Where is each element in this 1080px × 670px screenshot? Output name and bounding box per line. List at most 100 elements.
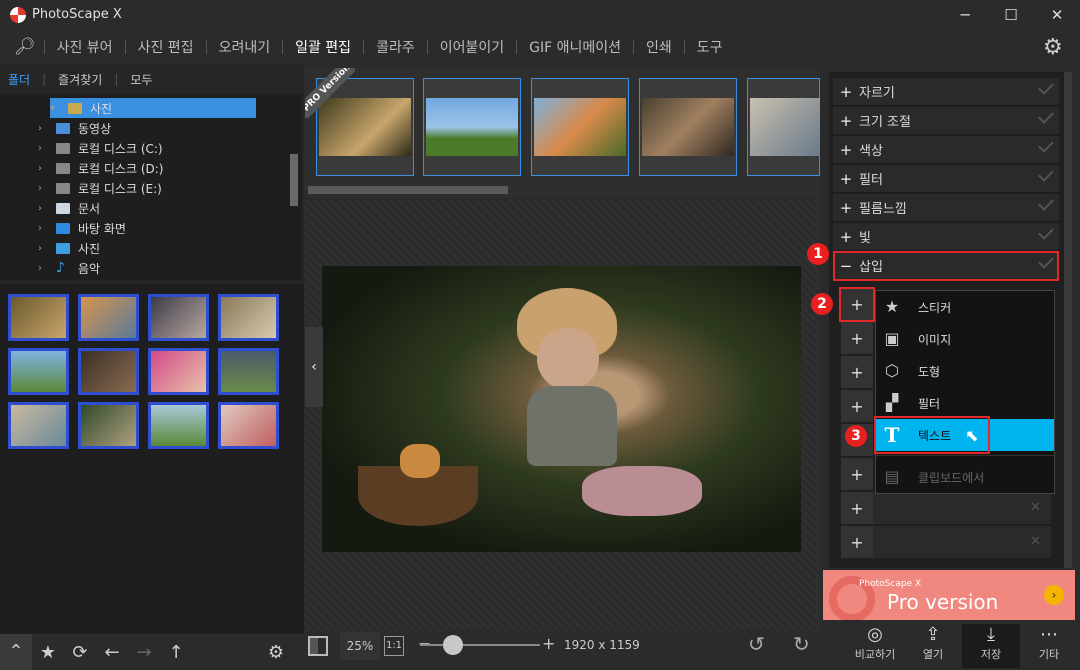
chevron-right-icon[interactable]: › — [38, 203, 50, 214]
tree-item-drive-c[interactable]: › 로컬 디스크 (C:) — [38, 138, 326, 158]
add-insert-button[interactable]: + — [841, 356, 873, 388]
menu-batch-edit[interactable]: 일괄 편집 — [283, 37, 363, 57]
menu-combine[interactable]: 이어붙이기 — [428, 37, 516, 57]
strip-thumbnail[interactable] — [639, 78, 737, 176]
menu-item-image[interactable]: ▣ 이미지 — [876, 323, 1054, 355]
add-insert-button[interactable]: + — [841, 492, 873, 524]
menu-item-clipboard[interactable]: ▤ 클립보드에서 — [876, 461, 1054, 493]
compare-split-icon[interactable] — [308, 636, 328, 656]
checkmark-icon[interactable] — [1038, 195, 1054, 211]
tab-all[interactable]: 모두 — [124, 71, 158, 88]
close-button[interactable]: ✕ — [1034, 0, 1080, 30]
menu-item-filter[interactable]: ▞ 필터 — [876, 387, 1054, 419]
save-button[interactable]: ⤓ 저장 — [962, 624, 1020, 668]
tree-item-drive-e[interactable]: › 로컬 디스크 (E:) — [38, 178, 326, 198]
chevron-right-icon[interactable]: › — [38, 183, 50, 194]
menu-cut-out[interactable]: 오려내기 — [207, 37, 283, 57]
thumbnail[interactable] — [148, 294, 209, 341]
strip-thumbnail[interactable] — [531, 78, 629, 176]
thumbnail[interactable] — [78, 294, 139, 341]
remove-icon[interactable]: ✕ — [1030, 500, 1041, 515]
add-insert-button[interactable]: + — [841, 322, 873, 354]
strip-scrollbar[interactable] — [308, 186, 508, 194]
settings-gear-icon[interactable]: ⚙ — [1043, 35, 1063, 60]
thumbnail[interactable] — [78, 348, 139, 395]
right-scrollbar[interactable] — [1064, 72, 1072, 568]
tree-item-pictures[interactable]: › 사진 — [38, 238, 326, 258]
checkmark-icon[interactable] — [1038, 79, 1054, 95]
strip-thumbnail[interactable] — [423, 78, 521, 176]
zoom-percent[interactable]: 25% — [340, 632, 380, 660]
menu-print[interactable]: 인쇄 — [634, 37, 684, 57]
remove-icon[interactable]: ✕ — [1030, 534, 1041, 549]
chevron-right-icon[interactable]: › — [38, 143, 50, 154]
chevron-right-icon[interactable]: › — [38, 223, 50, 234]
menu-item-sticker[interactable]: ★ 스티커 — [876, 291, 1054, 323]
previous-photo-button[interactable]: ‹ — [305, 327, 323, 407]
open-button[interactable]: ⇪ 열기 — [904, 624, 962, 668]
tree-item-music[interactable]: › ♪ 음악 — [38, 258, 326, 278]
pro-version-banner[interactable]: PhotoScape X Pro version › — [823, 570, 1075, 620]
tab-favorites[interactable]: 즐겨찾기 — [52, 71, 108, 88]
more-button[interactable]: ⋯ 기타 — [1020, 624, 1078, 668]
back-arrow-icon[interactable]: ← — [96, 642, 128, 663]
minimize-button[interactable]: ─ — [942, 0, 988, 30]
menu-item-shape[interactable]: ⬡ 도형 — [876, 355, 1054, 387]
compare-button[interactable]: ◎ 비교하기 — [846, 624, 904, 668]
op-filter[interactable]: + 필터 — [833, 165, 1059, 193]
checkmark-icon[interactable] — [1038, 166, 1054, 182]
promo-arrow-icon[interactable]: › — [1044, 585, 1064, 605]
zoom-fit-button[interactable]: 1:1 — [384, 636, 404, 656]
menu-photo-viewer[interactable]: 사진 뷰어 — [45, 37, 125, 57]
up-arrow-icon[interactable]: ↑ — [160, 642, 192, 663]
op-color[interactable]: + 색상 — [833, 136, 1059, 164]
thumbnail[interactable] — [218, 348, 279, 395]
tree-item-documents[interactable]: › 문서 — [38, 198, 326, 218]
thumbnail[interactable] — [8, 348, 69, 395]
chevron-right-icon[interactable]: › — [38, 163, 50, 174]
menu-collage[interactable]: 콜라주 — [364, 37, 427, 57]
chevron-right-icon[interactable]: › — [38, 263, 50, 274]
search-icon[interactable]: 🔎︎ — [14, 37, 36, 57]
checkmark-icon[interactable] — [1038, 108, 1054, 124]
maximize-button[interactable]: ☐ — [988, 0, 1034, 30]
tree-item-pictures-selected[interactable]: ▾ 사진 — [50, 98, 256, 118]
chevron-down-icon[interactable]: ▾ — [50, 103, 62, 114]
forward-arrow-icon[interactable]: → — [128, 642, 160, 663]
op-film[interactable]: + 필름느낌 — [833, 194, 1059, 222]
op-crop[interactable]: + 자르기 — [833, 78, 1059, 106]
add-insert-button[interactable]: + — [841, 458, 873, 490]
tab-folder[interactable]: 폴더 — [8, 71, 36, 88]
add-insert-button[interactable]: + — [841, 526, 873, 558]
gear-icon[interactable]: ⚙ — [260, 642, 292, 663]
op-light[interactable]: + 빛 — [833, 223, 1059, 251]
zoom-slider[interactable] — [420, 644, 540, 646]
menu-tools[interactable]: 도구 — [685, 37, 735, 57]
thumbnail[interactable] — [148, 402, 209, 449]
thumbnail[interactable] — [8, 402, 69, 449]
tree-scrollbar[interactable] — [290, 154, 298, 206]
thumbnail[interactable] — [8, 294, 69, 341]
menu-photo-editor[interactable]: 사진 편집 — [126, 37, 206, 57]
checkmark-icon[interactable] — [1038, 137, 1054, 153]
thumbnail[interactable] — [148, 348, 209, 395]
tree-item-videos[interactable]: › 동영상 — [38, 118, 326, 138]
chevron-up-icon[interactable]: ⌃ — [0, 634, 32, 670]
op-resize[interactable]: + 크기 조절 — [833, 107, 1059, 135]
chevron-right-icon[interactable]: › — [38, 123, 50, 134]
tree-item-drive-d[interactable]: › 로컬 디스크 (D:) — [38, 158, 326, 178]
strip-thumbnail[interactable] — [747, 78, 820, 176]
thumbnail[interactable] — [218, 294, 279, 341]
thumbnail[interactable] — [78, 402, 139, 449]
refresh-icon[interactable]: ⟳ — [64, 642, 96, 663]
rotate-left-icon[interactable]: ↺ — [748, 632, 765, 656]
zoom-slider-knob[interactable] — [443, 635, 463, 655]
menu-gif-animation[interactable]: GIF 애니메이션 — [517, 37, 633, 57]
checkmark-icon[interactable] — [1038, 224, 1054, 240]
star-icon[interactable]: ★ — [32, 642, 64, 663]
zoom-in-button[interactable]: + — [542, 634, 555, 653]
thumbnail[interactable] — [218, 402, 279, 449]
tree-item-desktop[interactable]: › 바탕 화면 — [38, 218, 326, 238]
rotate-right-icon[interactable]: ↻ — [793, 632, 810, 656]
chevron-right-icon[interactable]: › — [38, 243, 50, 254]
